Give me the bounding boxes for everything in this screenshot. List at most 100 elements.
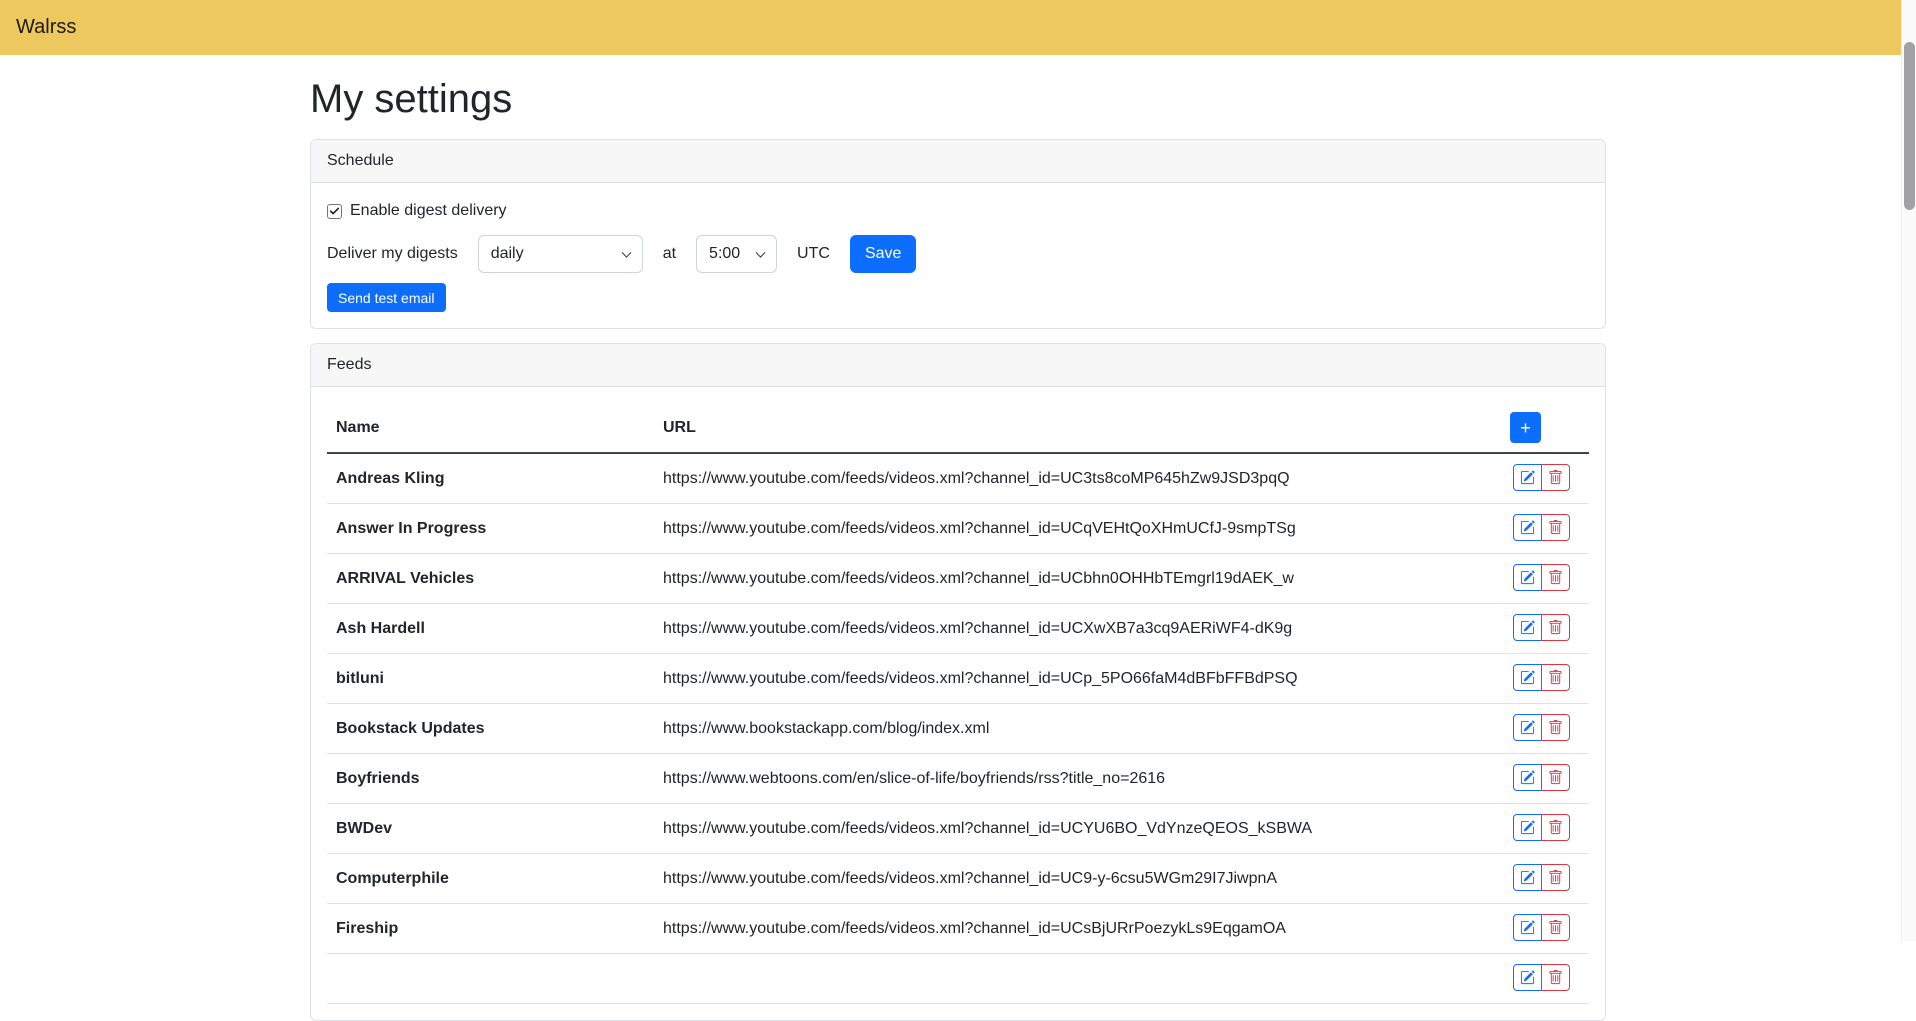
edit-feed-button[interactable] xyxy=(1513,964,1542,991)
feed-name: Answer In Progress xyxy=(327,504,655,554)
feed-url: https://www.youtube.com/feeds/videos.xml… xyxy=(655,453,1471,504)
trash-icon xyxy=(1548,870,1563,885)
pencil-square-icon xyxy=(1520,670,1535,685)
edit-feed-button[interactable] xyxy=(1513,564,1542,591)
trash-icon xyxy=(1548,970,1563,985)
delete-feed-button[interactable] xyxy=(1541,964,1570,991)
send-test-email-button[interactable]: Send test email xyxy=(327,283,446,312)
feed-url: https://www.bookstackapp.com/blog/index.… xyxy=(655,704,1471,754)
pencil-square-icon xyxy=(1520,770,1535,785)
feed-actions-group xyxy=(1513,864,1570,891)
feed-actions-group xyxy=(1513,564,1570,591)
delete-feed-button[interactable] xyxy=(1541,514,1570,541)
delete-feed-button[interactable] xyxy=(1541,814,1570,841)
scrollbar[interactable] xyxy=(1901,0,1916,941)
enable-digest-row: Enable digest delivery xyxy=(327,199,1589,223)
schedule-card-header: Schedule xyxy=(311,140,1605,183)
feed-url: https://www.youtube.com/feeds/videos.xml… xyxy=(655,554,1471,604)
schedule-controls-row: Deliver my digests daily at 5:00 UTC Sav… xyxy=(327,235,1589,273)
schedule-card-body: Enable digest delivery Deliver my digest… xyxy=(311,183,1605,328)
feed-actions-group xyxy=(1513,964,1570,991)
trash-icon xyxy=(1548,720,1563,735)
pencil-square-icon xyxy=(1520,520,1535,535)
trash-icon xyxy=(1548,670,1563,685)
pencil-square-icon xyxy=(1520,470,1535,485)
at-label: at xyxy=(663,245,676,263)
feed-actions-group xyxy=(1513,664,1570,691)
trash-icon xyxy=(1548,820,1563,835)
feed-name: Fireship xyxy=(327,904,655,954)
delete-feed-button[interactable] xyxy=(1541,914,1570,941)
table-row: Computerphile https://www.youtube.com/fe… xyxy=(327,854,1589,904)
feed-actions-group xyxy=(1513,714,1570,741)
save-button[interactable]: Save xyxy=(850,235,916,273)
table-row: Fireship https://www.youtube.com/feeds/v… xyxy=(327,904,1589,954)
edit-feed-button[interactable] xyxy=(1513,764,1542,791)
edit-feed-button[interactable] xyxy=(1513,914,1542,941)
delete-feed-button[interactable] xyxy=(1541,564,1570,591)
edit-feed-button[interactable] xyxy=(1513,864,1542,891)
frequency-select-wrap: daily xyxy=(478,235,643,273)
pencil-square-icon xyxy=(1520,720,1535,735)
feeds-card: Feeds Name URL + Andreas Kling https://w… xyxy=(310,343,1606,1021)
trash-icon xyxy=(1548,620,1563,635)
table-row: BWDev https://www.youtube.com/feeds/vide… xyxy=(327,804,1589,854)
edit-feed-button[interactable] xyxy=(1513,614,1542,641)
feed-url: https://www.youtube.com/feeds/videos.xml… xyxy=(655,604,1471,654)
edit-feed-button[interactable] xyxy=(1513,464,1542,491)
feeds-card-body: Name URL + Andreas Kling https://www.you… xyxy=(311,387,1605,1020)
checkmark-icon xyxy=(329,206,340,217)
navbar-brand[interactable]: Walrss xyxy=(16,16,76,39)
scrollbar-thumb[interactable] xyxy=(1904,42,1915,210)
feeds-table-header-row: Name URL + xyxy=(327,403,1589,453)
pencil-square-icon xyxy=(1520,820,1535,835)
navbar: Walrss xyxy=(0,0,1916,55)
edit-feed-button[interactable] xyxy=(1513,814,1542,841)
feed-name: Ash Hardell xyxy=(327,604,655,654)
table-row: ARRIVAL Vehicles https://www.youtube.com… xyxy=(327,554,1589,604)
delete-feed-button[interactable] xyxy=(1541,464,1570,491)
delete-feed-button[interactable] xyxy=(1541,864,1570,891)
feed-url xyxy=(655,954,1471,1004)
time-select[interactable]: 5:00 xyxy=(696,235,777,273)
feed-name: Computerphile xyxy=(327,854,655,904)
feed-name: Bookstack Updates xyxy=(327,704,655,754)
pencil-square-icon xyxy=(1520,870,1535,885)
delete-feed-button[interactable] xyxy=(1541,664,1570,691)
pencil-square-icon xyxy=(1520,620,1535,635)
feed-name: Andreas Kling xyxy=(327,453,655,504)
table-row: Bookstack Updates https://www.bookstacka… xyxy=(327,704,1589,754)
add-feed-button[interactable]: + xyxy=(1510,412,1541,443)
edit-feed-button[interactable] xyxy=(1513,664,1542,691)
feeds-table: Name URL + Andreas Kling https://www.you… xyxy=(327,403,1589,1004)
feed-actions-group xyxy=(1513,614,1570,641)
delete-feed-button[interactable] xyxy=(1541,614,1570,641)
feed-name: BWDev xyxy=(327,804,655,854)
table-row: Ash Hardell https://www.youtube.com/feed… xyxy=(327,604,1589,654)
feed-actions-group xyxy=(1513,814,1570,841)
feed-name xyxy=(327,954,655,1004)
table-row: Andreas Kling https://www.youtube.com/fe… xyxy=(327,453,1589,504)
delete-feed-button[interactable] xyxy=(1541,764,1570,791)
trash-icon xyxy=(1548,770,1563,785)
table-row: Boyfriends https://www.webtoons.com/en/s… xyxy=(327,754,1589,804)
frequency-select[interactable]: daily xyxy=(478,235,643,273)
feeds-card-header: Feeds xyxy=(311,344,1605,387)
edit-feed-button[interactable] xyxy=(1513,514,1542,541)
schedule-card: Schedule Enable digest delivery Deliver … xyxy=(310,139,1606,329)
feed-url: https://www.youtube.com/feeds/videos.xml… xyxy=(655,904,1471,954)
pencil-square-icon xyxy=(1520,920,1535,935)
delete-feed-button[interactable] xyxy=(1541,714,1570,741)
feed-actions-group xyxy=(1513,514,1570,541)
feed-name: bitluni xyxy=(327,654,655,704)
pencil-square-icon xyxy=(1520,570,1535,585)
feed-url: https://www.youtube.com/feeds/videos.xml… xyxy=(655,854,1471,904)
trash-icon xyxy=(1548,470,1563,485)
feed-name: Boyfriends xyxy=(327,754,655,804)
edit-feed-button[interactable] xyxy=(1513,714,1542,741)
feed-url: https://www.youtube.com/feeds/videos.xml… xyxy=(655,504,1471,554)
table-row: Answer In Progress https://www.youtube.c… xyxy=(327,504,1589,554)
time-select-wrap: 5:00 xyxy=(696,235,777,273)
enable-digest-checkbox[interactable] xyxy=(327,204,342,219)
column-header-actions: + xyxy=(1471,403,1589,453)
